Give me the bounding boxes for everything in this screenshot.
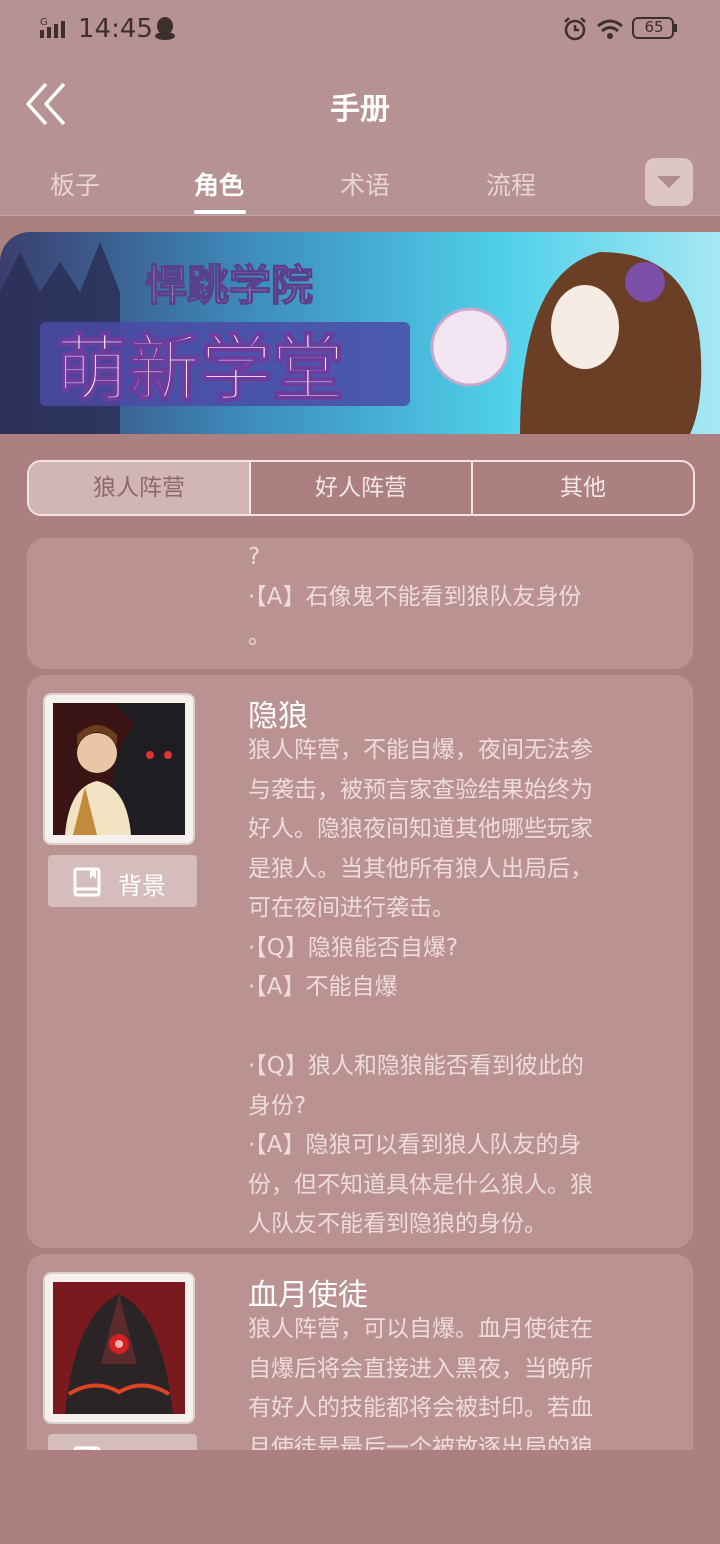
header-divider xyxy=(0,215,720,216)
role-portrait xyxy=(45,1274,193,1422)
description-line: ·【Q】狼人和隐狼能否看到彼此的 xyxy=(248,1053,584,1079)
role-description: 狼人阵营，不能自爆，夜间无法参 与袭击，被预言家查验结果始终为 好人。隐狼夜间知… xyxy=(248,731,668,1245)
page-title: 手册 xyxy=(330,92,390,127)
status-time: 14:45 xyxy=(78,14,153,44)
background-button[interactable]: 背景 xyxy=(48,855,197,907)
qq-penguin-icon xyxy=(155,17,175,40)
camp-tab-villager[interactable]: 好人阵营 xyxy=(251,462,471,514)
tab-dropdown-button[interactable] xyxy=(645,158,693,206)
tab-terms[interactable]: 术语 xyxy=(340,166,390,202)
description-line: 自爆后将会直接进入黑夜，当晚所 xyxy=(248,1355,593,1382)
description-line: 狼人阵营，不能自爆，夜间无法参 xyxy=(248,737,593,763)
description-line: 月使徒是最后一个被放逐出局的狼 xyxy=(248,1434,593,1451)
camp-segmented-control: 狼人阵营 好人阵营 其他 xyxy=(27,460,695,516)
svg-text:G: G xyxy=(40,17,48,28)
description-line: 身份? xyxy=(248,1092,307,1119)
role-portrait xyxy=(45,695,193,843)
blood-moon-apostle-portrait-image xyxy=(53,1282,185,1414)
active-tab-indicator xyxy=(194,210,246,214)
book-icon xyxy=(73,1446,101,1450)
signal-icon: G xyxy=(40,17,65,38)
description-line: 份，但不知道具体是什么狼人。狼 xyxy=(248,1171,593,1198)
role-description: ? ·【A】石像鬼不能看到狼队友身份 。 xyxy=(248,538,668,657)
hidden-wolf-portrait-image xyxy=(53,703,185,835)
role-card: ? ·【A】石像鬼不能看到狼队友身份 。 xyxy=(27,538,693,669)
book-icon xyxy=(73,867,101,897)
camp-tab-other[interactable]: 其他 xyxy=(473,462,693,514)
description-line: ·【A】隐狼可以看到狼人队友的身 xyxy=(248,1132,582,1158)
role-description: 狼人阵营，可以自爆。血月使徒在 自爆后将会直接进入黑夜，当晚所 有好人的技能都将… xyxy=(248,1310,668,1450)
background-button-label: 背景 xyxy=(118,872,166,900)
description-line: 。 xyxy=(248,623,271,649)
alarm-icon xyxy=(564,17,586,41)
status-bar: G 14:45 65 xyxy=(0,0,720,58)
description-line: 好人。隐狼夜间知道其他哪些玩家 xyxy=(248,816,593,842)
role-card: 背景 血月使徒 狼人阵营，可以自爆。血月使徒在 自爆后将会直接进入黑夜，当晚所 … xyxy=(27,1254,693,1450)
tab-process[interactable]: 流程 xyxy=(486,166,536,202)
description-line: 狼人阵营，可以自爆。血月使徒在 xyxy=(248,1316,593,1342)
tab-roles[interactable]: 角色 xyxy=(194,166,244,202)
description-line xyxy=(248,1008,668,1048)
description-line: ? xyxy=(248,544,261,570)
role-card: 背景 隐狼 狼人阵营，不能自爆，夜间无法参 与袭击，被预言家查验结果始终为 好人… xyxy=(27,675,693,1248)
role-list[interactable]: ? ·【A】石像鬼不能看到狼队友身份 。 背景 隐狼 狼人阵营，不能自爆，夜间无… xyxy=(0,538,720,1450)
description-line: 是狼人。当其他所有狼人出局后， xyxy=(248,855,593,882)
role-name: 血月使徒 xyxy=(248,1278,368,1313)
banner-art: 悍跳学院 萌新学堂 xyxy=(0,232,720,434)
role-name: 隐狼 xyxy=(248,699,308,734)
description-line: 有好人的技能都将会被封印。若血 xyxy=(248,1395,593,1421)
tab-board[interactable]: 板子 xyxy=(50,166,100,202)
camp-tab-werewolf[interactable]: 狼人阵营 xyxy=(29,462,249,514)
wifi-icon xyxy=(597,19,623,39)
battery-level: 65 xyxy=(644,18,664,36)
description-line: 人队友不能看到隐狼的身份。 xyxy=(248,1211,547,1237)
description-line: ·【A】不能自爆 xyxy=(248,974,398,1000)
background-button-label: 背景 xyxy=(118,1445,166,1450)
description-line: ·【Q】隐狼能否自爆? xyxy=(248,934,459,961)
description-line: 可在夜间进行袭击。 xyxy=(248,895,455,921)
description-line: ·【A】石像鬼不能看到狼队友身份 xyxy=(248,583,582,610)
banner-title: 萌新学堂 xyxy=(56,327,344,411)
banner-subtitle: 悍跳学院 xyxy=(145,261,313,310)
background-button[interactable]: 背景 xyxy=(48,1434,197,1450)
academy-banner[interactable]: 悍跳学院 萌新学堂 xyxy=(0,232,720,434)
description-line: 与袭击，被预言家查验结果始终为 xyxy=(248,776,593,803)
